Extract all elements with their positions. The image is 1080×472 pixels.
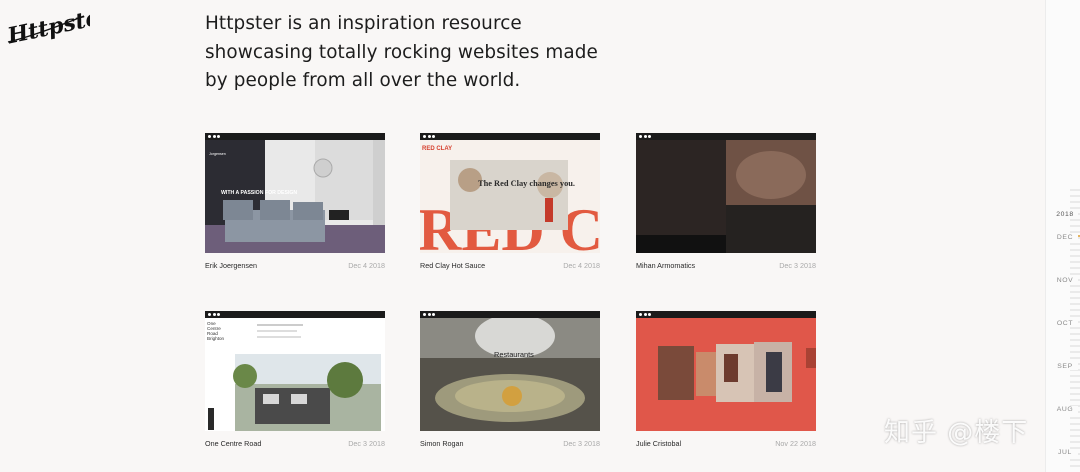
- thumbnail-image: Restaurants: [420, 318, 600, 431]
- thumbnail-image: [636, 140, 816, 253]
- timeline-month-jul[interactable]: JUL: [1052, 449, 1078, 456]
- intro-line-2: showcasing totally rocking websites made: [205, 41, 598, 63]
- thumbnail-image: [636, 318, 816, 431]
- thumbnail-image: Jorgensen WITH A PASSION FOR DESIGN: [205, 140, 385, 253]
- site-date: Dec 4 2018: [348, 261, 385, 270]
- site-thumbnail[interactable]: [636, 311, 816, 431]
- thumb-headline: The Red Clay changes you.: [478, 179, 575, 188]
- window-dots-icon: [208, 313, 222, 316]
- thumb-headline: WITH A PASSION FOR DESIGN: [221, 190, 297, 196]
- site-name[interactable]: Red Clay Hot Sauce: [420, 261, 485, 271]
- browser-bar: [636, 311, 816, 318]
- site-name[interactable]: Erik Joergensen: [205, 261, 257, 271]
- timeline-month-oct[interactable]: OCT: [1052, 320, 1078, 327]
- timeline-month-sep[interactable]: SEP: [1052, 363, 1078, 370]
- timeline-month-nov[interactable]: NOV: [1052, 277, 1078, 284]
- window-dots-icon: [208, 135, 222, 138]
- svg-text:Jorgensen: Jorgensen: [209, 152, 226, 156]
- zhihu-watermark: 知乎 @楼下: [884, 418, 1029, 448]
- timeline-year: 2018: [1052, 211, 1078, 218]
- site-name[interactable]: One Centre Road: [205, 439, 261, 449]
- browser-bar: [420, 133, 600, 140]
- site-card-julie-cristobal[interactable]: Julie Cristobal Nov 22 2018: [636, 311, 816, 453]
- browser-bar: [636, 133, 816, 140]
- thumb-headline: Restaurants: [494, 350, 534, 359]
- browser-bar: [205, 311, 385, 318]
- intro-text: Httpster is an inspiration resource show…: [205, 10, 625, 96]
- svg-text:RED CLAY: RED CLAY: [422, 146, 452, 152]
- site-card-red-clay[interactable]: RED CLAY RED CLAY The Red Clay changes y…: [420, 133, 600, 275]
- timeline-month-dec[interactable]: DEC: [1052, 234, 1078, 241]
- site-thumbnail[interactable]: RED CLAY RED CLAY The Red Clay changes y…: [420, 133, 600, 253]
- window-dots-icon: [639, 135, 653, 138]
- site-thumbnail[interactable]: One Centre Road Brighton: [205, 311, 385, 431]
- thumb-headline: One Centre Road Brighton: [207, 321, 225, 341]
- site-date: Dec 4 2018: [563, 261, 600, 270]
- site-thumbnail[interactable]: [636, 133, 816, 253]
- intro-line-1: Httpster is an inspiration resource: [205, 13, 522, 34]
- site-card-one-centre-road[interactable]: One Centre Road Brighton One Centre Road…: [205, 311, 385, 453]
- timeline-scrubber[interactable]: 2018 DEC NOV OCT SEP AUG JUL: [1045, 0, 1080, 472]
- site-date: Nov 22 2018: [775, 439, 816, 448]
- window-dots-icon: [423, 135, 437, 138]
- site-name[interactable]: Simon Rogan: [420, 439, 464, 449]
- site-date: Dec 3 2018: [563, 439, 600, 448]
- site-thumbnail[interactable]: Jorgensen WITH A PASSION FOR DESIGN: [205, 133, 385, 253]
- httpster-logo[interactable]: Httpster: [4, 2, 114, 50]
- thumbnail-image: RED CLAY RED CLAY The Red Clay changes y…: [420, 140, 600, 253]
- site-date: Dec 3 2018: [348, 439, 385, 448]
- site-thumbnail[interactable]: Restaurants: [420, 311, 600, 431]
- logo-wordmark: Httpster: [4, 6, 90, 48]
- browser-bar: [420, 311, 600, 318]
- window-dots-icon: [423, 313, 437, 316]
- site-card-erik-joergensen[interactable]: Jorgensen WITH A PASSION FOR DESIGN Erik…: [205, 133, 385, 275]
- site-card-simon-rogan[interactable]: Restaurants Simon Rogan Dec 3 2018: [420, 311, 600, 453]
- window-dots-icon: [639, 313, 653, 316]
- timeline-month-aug[interactable]: AUG: [1052, 406, 1078, 413]
- httpster-logo-mark: Httpster: [4, 2, 114, 50]
- site-name[interactable]: Julie Cristobal: [636, 439, 681, 449]
- site-card-mihan-armomatics[interactable]: Mihan Armomatics Dec 3 2018: [636, 133, 816, 275]
- browser-bar: [205, 133, 385, 140]
- intro-line-3: by people from all over the world.: [205, 70, 521, 92]
- thumbnail-image: One Centre Road Brighton: [205, 318, 385, 431]
- site-date: Dec 3 2018: [779, 261, 816, 270]
- site-name[interactable]: Mihan Armomatics: [636, 261, 695, 271]
